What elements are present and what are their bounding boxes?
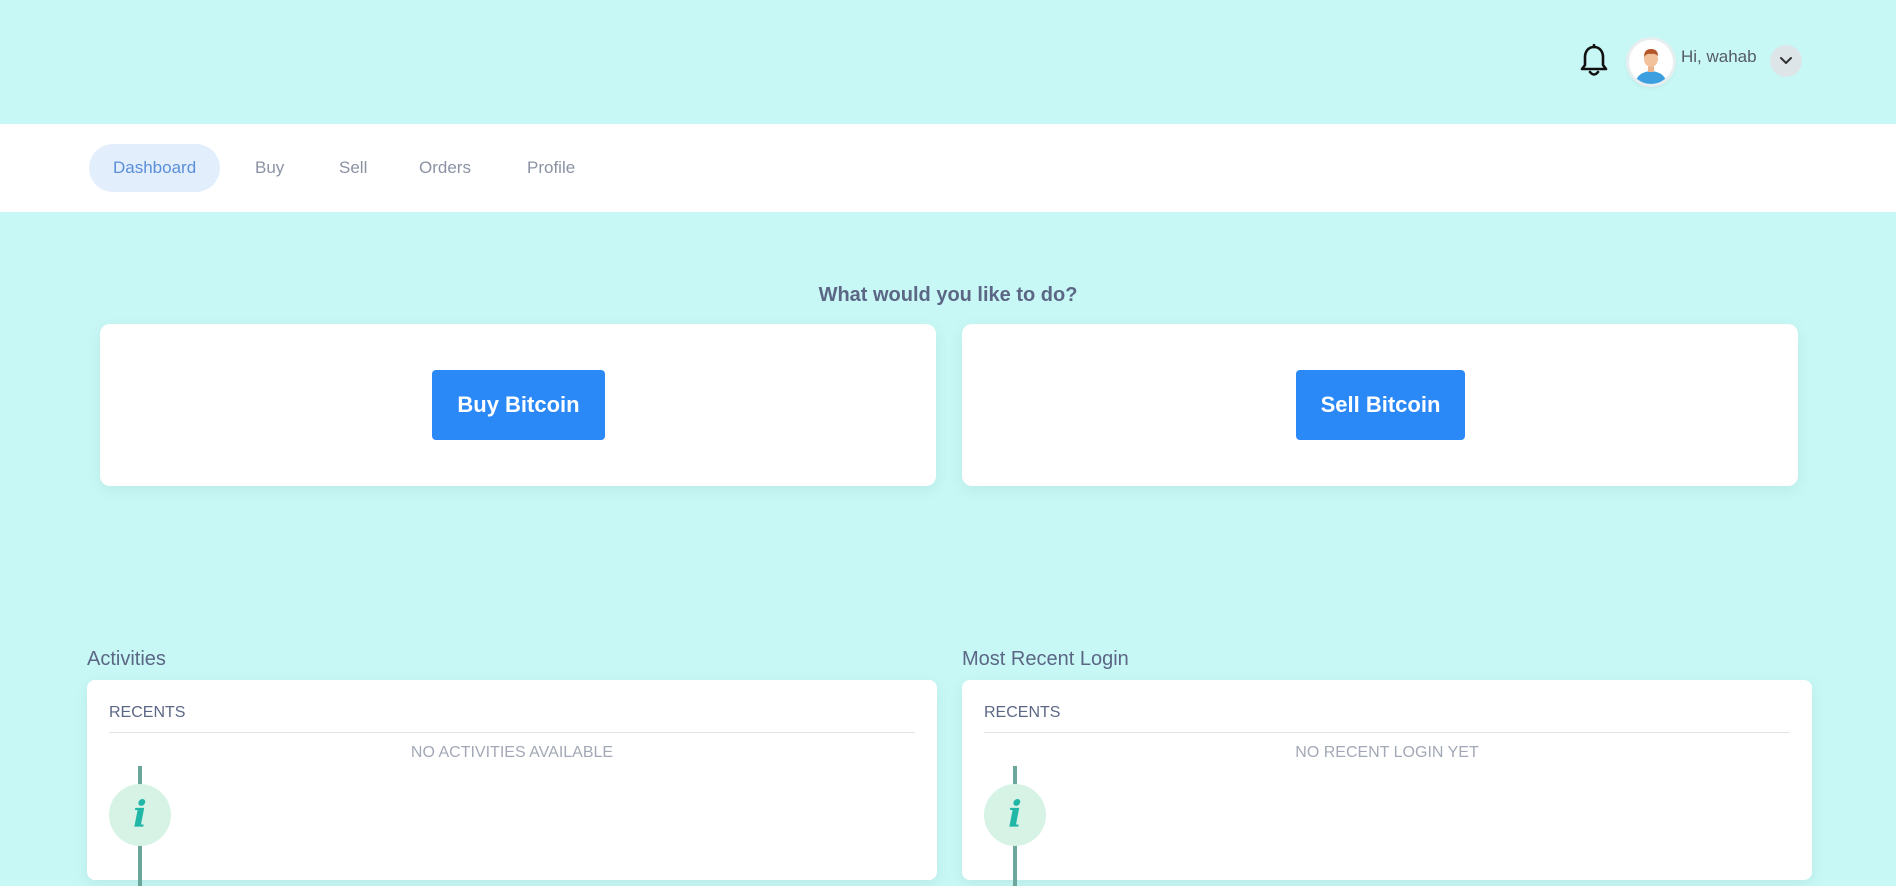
activities-recents-label: RECENTS — [109, 704, 186, 721]
nav-item-buy[interactable]: Buy — [231, 144, 308, 192]
user-menu-toggle[interactable] — [1770, 45, 1802, 77]
divider — [984, 732, 1790, 733]
recent-login-recents-label: RECENTS — [984, 704, 1061, 721]
user-greeting: Hi, wahab — [1681, 47, 1757, 66]
main-nav: Dashboard Buy Sell Orders Profile — [0, 124, 1896, 212]
bell-icon[interactable] — [1579, 43, 1609, 78]
nav-item-sell[interactable]: Sell — [315, 144, 391, 192]
buy-bitcoin-button[interactable]: Buy Bitcoin — [432, 370, 605, 440]
info-icon: i — [984, 784, 1046, 846]
sell-card: Sell Bitcoin — [962, 324, 1798, 486]
action-prompt: What would you like to do? — [818, 284, 1078, 306]
nav-item-dashboard[interactable]: Dashboard — [89, 144, 221, 192]
divider — [109, 732, 915, 733]
buy-card: Buy Bitcoin — [100, 324, 936, 486]
recent-login-panel: RECENTS NO RECENT LOGIN YET i — [962, 680, 1812, 886]
user-avatar-icon[interactable] — [1629, 40, 1673, 84]
sell-bitcoin-button[interactable]: Sell Bitcoin — [1296, 370, 1465, 440]
chevron-down-icon — [1780, 57, 1792, 64]
info-icon: i — [109, 784, 171, 846]
nav-item-orders[interactable]: Orders — [395, 144, 495, 192]
activities-empty-message: NO ACTIVITIES AVAILABLE — [410, 744, 614, 761]
recent-login-title: Most Recent Login — [962, 648, 1129, 670]
activities-panel: RECENTS NO ACTIVITIES AVAILABLE i — [87, 680, 937, 886]
nav-item-profile[interactable]: Profile — [503, 144, 599, 192]
top-header: Hi, wahab — [0, 0, 1896, 124]
recent-login-empty-message: NO RECENT LOGIN YET — [1295, 744, 1479, 761]
activities-title: Activities — [87, 648, 166, 670]
